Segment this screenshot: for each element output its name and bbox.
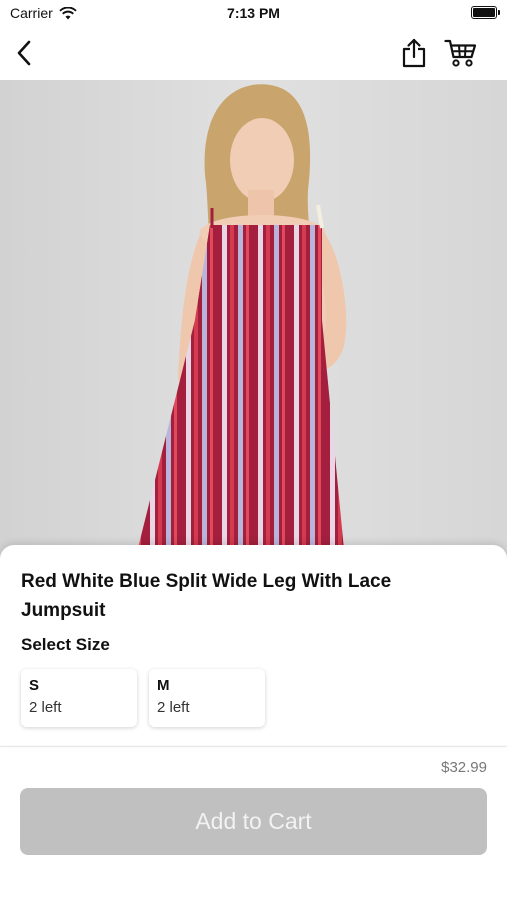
add-to-cart-button[interactable]: Add to Cart — [20, 788, 487, 855]
cart-button[interactable] — [442, 34, 480, 72]
back-button[interactable] — [5, 34, 43, 72]
product-title: Red White Blue Split Wide Leg With Lace … — [21, 571, 392, 621]
nav-bar — [0, 28, 507, 78]
status-bar: Carrier 7:13 PM — [0, 0, 507, 28]
size-option-s[interactable]: S 2 left — [21, 669, 137, 727]
size-stock: 2 left — [157, 699, 190, 716]
cart-icon — [444, 39, 477, 67]
product-image — [0, 80, 507, 560]
chevron-left-icon — [17, 40, 31, 66]
size-option-m[interactable]: M 2 left — [149, 669, 265, 727]
product-details-sheet: Red White Blue Split Wide Leg With Lace … — [0, 545, 507, 745]
product-price: $32.99 — [441, 759, 487, 776]
size-options: S 2 left M 2 left — [21, 669, 265, 727]
divider — [0, 746, 507, 747]
select-size-label: Select Size — [21, 635, 110, 654]
status-time: 7:13 PM — [227, 5, 280, 21]
share-button[interactable] — [395, 34, 433, 72]
battery-icon — [471, 6, 500, 19]
product-photo-illustration — [0, 80, 507, 560]
share-icon — [402, 38, 426, 68]
size-stock: 2 left — [29, 699, 62, 716]
size-name: S — [29, 677, 40, 694]
size-name: M — [157, 677, 170, 694]
